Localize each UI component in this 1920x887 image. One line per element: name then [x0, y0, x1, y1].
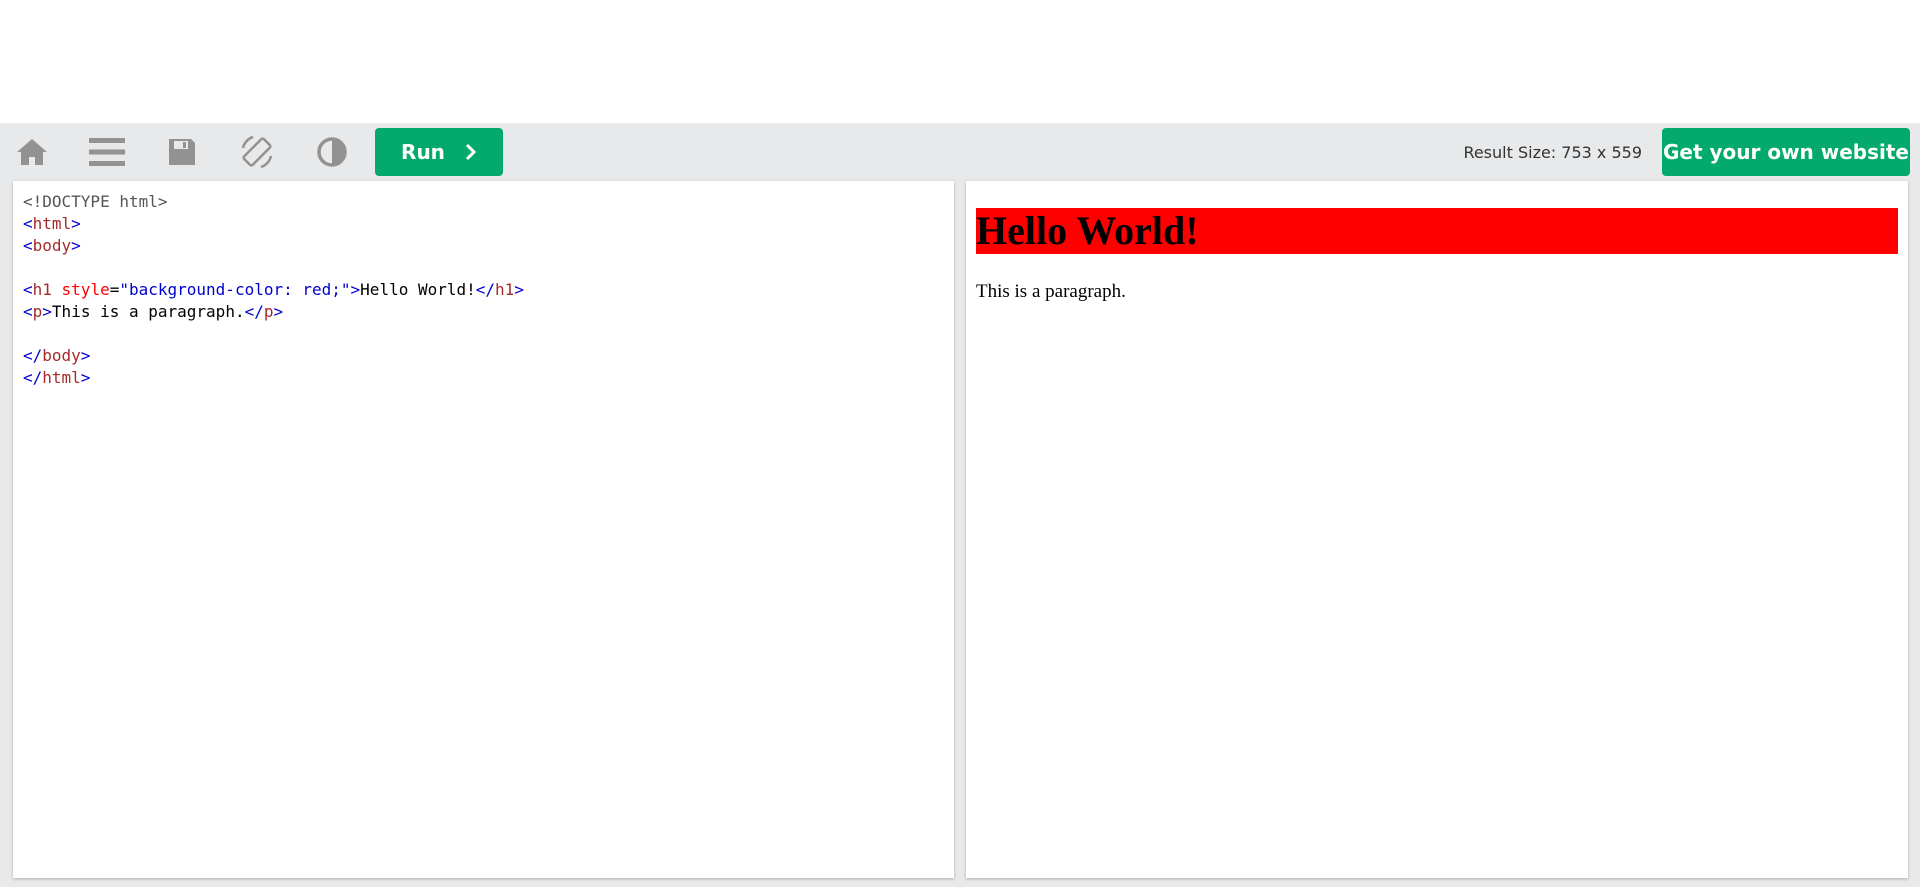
code-line: <!DOCTYPE html> [23, 192, 168, 211]
rendered-paragraph: This is a paragraph. [976, 281, 1126, 302]
result-pane: Hello World! This is a paragraph. [966, 181, 1908, 878]
home-icon[interactable] [9, 132, 55, 172]
code-line: </html> [23, 368, 91, 387]
code-line: <html> [23, 214, 81, 233]
result-size-label: Result Size: 753 x 559 [1463, 143, 1642, 162]
run-button[interactable]: Run [375, 128, 503, 176]
rendered-heading: Hello World! [976, 208, 1898, 254]
contrast-icon[interactable] [309, 132, 355, 172]
toolbar: Run Result Size: 753 x 559 Get your own … [0, 123, 1920, 181]
code-editor[interactable]: <!DOCTYPE html> <html> <body> <h1 style=… [13, 181, 954, 878]
code-text[interactable]: <!DOCTYPE html> <html> <body> <h1 style=… [13, 181, 954, 389]
rendered-output: Hello World! This is a paragraph. [966, 181, 1908, 303]
save-icon[interactable] [159, 132, 205, 172]
run-button-label: Run [401, 140, 445, 164]
code-line: <h1 style="background-color: red;">Hello… [23, 280, 524, 299]
work-area: <!DOCTYPE html> <html> <body> <h1 style=… [0, 181, 1920, 887]
code-line: </body> [23, 346, 91, 365]
rotate-screen-icon[interactable] [234, 132, 280, 172]
top-blank-area [0, 0, 1920, 123]
get-your-own-website-button[interactable]: Get your own website [1662, 128, 1910, 176]
menu-icon[interactable] [84, 132, 130, 172]
code-line: <p>This is a paragraph.</p> [23, 302, 284, 321]
chevron-right-icon [465, 143, 477, 161]
code-line: <body> [23, 236, 81, 255]
